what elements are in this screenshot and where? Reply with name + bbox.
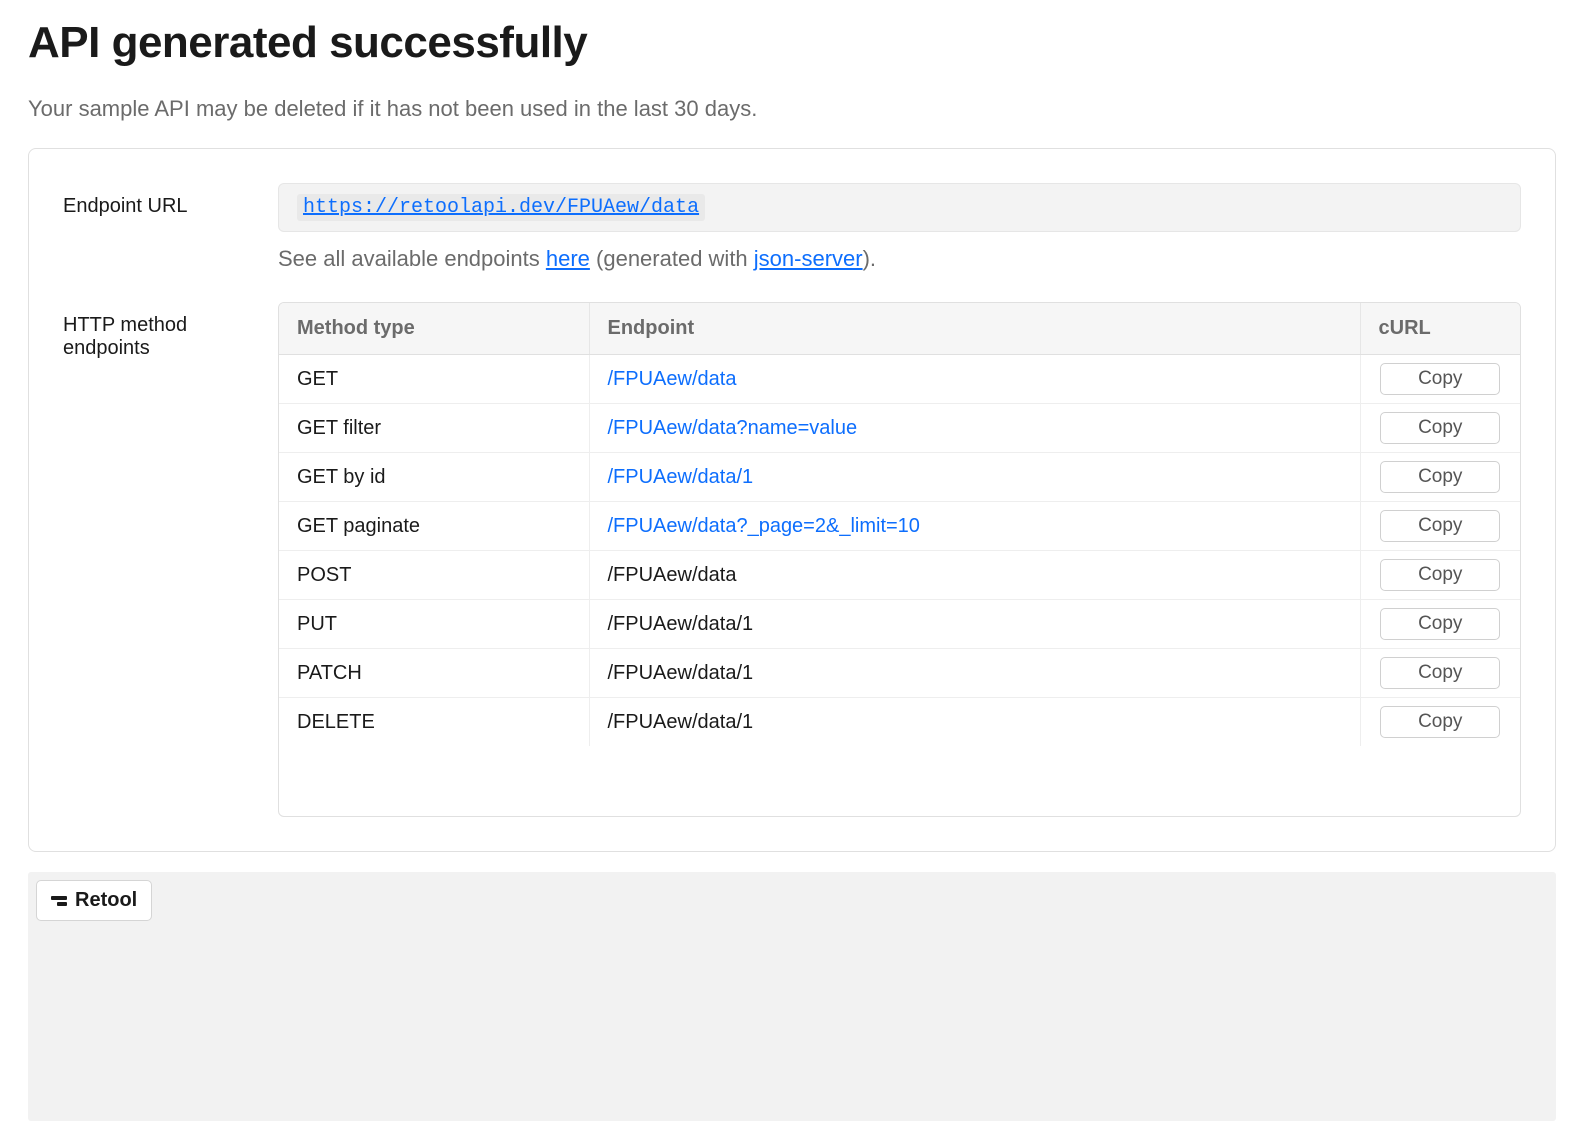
table-row: GET by id/FPUAew/data/1 Copy [279, 453, 1520, 502]
endpoint-url-label: Endpoint URL [63, 183, 278, 218]
method-cell: DELETE [279, 698, 589, 747]
method-cell: PATCH [279, 649, 589, 698]
table-row: GET paginate/FPUAew/data?_page=2&_limit=… [279, 502, 1520, 551]
curl-cell: Copy [1360, 453, 1520, 502]
endpoint-url-box: https://retoolapi.dev/FPUAew/data [278, 183, 1521, 232]
endpoint-cell: /FPUAew/data [589, 355, 1360, 404]
endpoint-cell: /FPUAew/data/1 [589, 600, 1360, 649]
method-cell: GET [279, 355, 589, 404]
method-cell: GET by id [279, 453, 589, 502]
copy-button[interactable]: Copy [1380, 657, 1500, 689]
curl-cell: Copy [1360, 502, 1520, 551]
endpoint-link[interactable]: /FPUAew/data/1 [608, 466, 754, 488]
copy-button[interactable]: Copy [1380, 559, 1500, 591]
here-link[interactable]: here [546, 246, 590, 271]
api-card: Endpoint URL https://retoolapi.dev/FPUAe… [28, 148, 1556, 852]
endpoint-url-link[interactable]: https://retoolapi.dev/FPUAew/data [303, 196, 699, 219]
curl-cell: Copy [1360, 551, 1520, 600]
endpoint-text: /FPUAew/data/1 [608, 662, 754, 684]
json-server-link[interactable]: json-server [754, 246, 863, 271]
hint-text-middle: (generated with [590, 246, 754, 271]
table-row: PUT/FPUAew/data/1 Copy [279, 600, 1520, 649]
endpoint-text: /FPUAew/data/1 [608, 613, 754, 635]
method-cell: PUT [279, 600, 589, 649]
retool-label: Retool [75, 889, 137, 912]
copy-button[interactable]: Copy [1380, 363, 1500, 395]
endpoint-cell: /FPUAew/data?_page=2&_limit=10 [589, 502, 1360, 551]
col-header-endpoint: Endpoint [589, 303, 1360, 355]
copy-button[interactable]: Copy [1380, 608, 1500, 640]
endpoints-hint: See all available endpoints here (genera… [278, 246, 1521, 272]
endpoint-cell: /FPUAew/data/1 [589, 649, 1360, 698]
endpoint-link[interactable]: /FPUAew/data?_page=2&_limit=10 [608, 515, 920, 537]
endpoint-text: /FPUAew/data/1 [608, 711, 754, 733]
curl-cell: Copy [1360, 355, 1520, 404]
col-header-curl: cURL [1360, 303, 1520, 355]
table-row: PATCH/FPUAew/data/1 Copy [279, 649, 1520, 698]
copy-button[interactable]: Copy [1380, 461, 1500, 493]
method-cell: GET filter [279, 404, 589, 453]
method-cell: POST [279, 551, 589, 600]
copy-button[interactable]: Copy [1380, 510, 1500, 542]
endpoint-cell: /FPUAew/data [589, 551, 1360, 600]
hint-text-suffix: ). [863, 246, 876, 271]
endpoint-cell: /FPUAew/data?name=value [589, 404, 1360, 453]
curl-cell: Copy [1360, 404, 1520, 453]
curl-cell: Copy [1360, 698, 1520, 747]
retool-button[interactable]: Retool [36, 880, 152, 921]
page-subtitle: Your sample API may be deleted if it has… [28, 96, 1556, 122]
endpoint-cell: /FPUAew/data/1 [589, 453, 1360, 502]
curl-cell: Copy [1360, 649, 1520, 698]
footer-bar: Retool [28, 872, 1556, 1121]
methods-row: HTTP method endpoints Method type Endpoi… [63, 302, 1521, 817]
curl-cell: Copy [1360, 600, 1520, 649]
hint-text-prefix: See all available endpoints [278, 246, 546, 271]
method-cell: GET paginate [279, 502, 589, 551]
endpoint-link[interactable]: /FPUAew/data [608, 368, 737, 390]
methods-table: Method type Endpoint cURL GET/FPUAew/dat… [278, 302, 1521, 817]
endpoint-url-row: Endpoint URL https://retoolapi.dev/FPUAe… [63, 183, 1521, 272]
endpoint-text: /FPUAew/data [608, 564, 737, 586]
retool-icon [51, 896, 67, 906]
copy-button[interactable]: Copy [1380, 412, 1500, 444]
methods-label: HTTP method endpoints [63, 302, 278, 360]
col-header-method: Method type [279, 303, 589, 355]
endpoint-cell: /FPUAew/data/1 [589, 698, 1360, 747]
table-row: GET/FPUAew/data Copy [279, 355, 1520, 404]
table-row: POST/FPUAew/data Copy [279, 551, 1520, 600]
endpoint-link[interactable]: /FPUAew/data?name=value [608, 417, 858, 439]
table-padding [279, 746, 1520, 816]
page-title: API generated successfully [28, 18, 1556, 68]
table-row: GET filter/FPUAew/data?name=value Copy [279, 404, 1520, 453]
table-row: DELETE/FPUAew/data/1 Copy [279, 698, 1520, 747]
copy-button[interactable]: Copy [1380, 706, 1500, 738]
